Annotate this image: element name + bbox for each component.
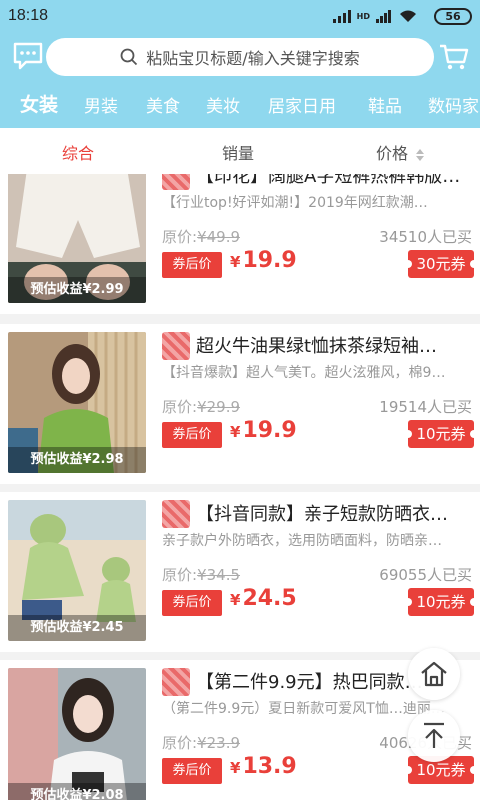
product-title: 超火牛油果绿t恤抹茶绿短袖…	[196, 336, 438, 357]
original-price: 原价:¥34.5	[162, 564, 240, 585]
coupon-tag[interactable]: 10元券	[404, 588, 478, 616]
coupon-price: ¥19.9	[230, 248, 297, 273]
currency-symbol: ¥	[230, 423, 241, 441]
estimated-earnings: 预估收益¥2.45	[8, 615, 146, 641]
back-to-top-button[interactable]	[408, 710, 460, 762]
arrow-up-icon	[424, 722, 444, 748]
tab-beauty[interactable]: 美妆	[206, 92, 240, 117]
original-price-label: 原价:	[162, 228, 198, 246]
tab-home[interactable]: 居家日用	[268, 92, 336, 117]
price-value: 19.9	[242, 418, 297, 443]
product-image[interactable]: 预估收益¥2.08	[8, 668, 146, 800]
product-desc: 【行业top!好评如潮!】2019年网红款潮…	[162, 195, 428, 211]
network-label: HD	[356, 11, 370, 21]
home-icon	[421, 661, 447, 687]
product-photo	[8, 668, 146, 800]
tab-food[interactable]: 美食	[146, 92, 180, 117]
sort-arrows-icon	[416, 148, 425, 161]
coupon-tag[interactable]: 30元券	[404, 250, 478, 278]
sort-price[interactable]: 价格	[376, 140, 425, 164]
product-title: 【印花】阔腿A字短裤热裤韩版…	[196, 174, 461, 187]
coupon-price: ¥24.5	[230, 586, 297, 611]
search-placeholder: 粘贴宝贝标题/输入关键字搜索	[146, 49, 360, 68]
after-coupon-label: 券后价	[162, 422, 222, 448]
category-tabs: 女装 男装 美食 美妆 居家日用 鞋品 数码家	[0, 86, 480, 122]
shop-logo	[162, 174, 190, 190]
message-icon[interactable]	[12, 40, 44, 72]
coupon-price: ¥19.9	[230, 418, 297, 443]
original-price-value: ¥23.9	[197, 734, 241, 752]
search-icon	[120, 48, 138, 66]
original-price-value: ¥34.5	[197, 566, 241, 584]
wifi-icon	[400, 10, 416, 22]
original-price: 原价:¥23.9	[162, 732, 240, 753]
battery-indicator: 56	[434, 8, 472, 25]
sort-comprehensive[interactable]: 综合	[62, 140, 94, 164]
original-price-label: 原价:	[162, 734, 198, 752]
signal-icon-2	[376, 9, 391, 23]
sold-count: 34510人已买	[379, 228, 472, 246]
status-icons: HD	[332, 9, 418, 23]
price-value: 24.5	[242, 586, 297, 611]
original-price-value: ¥29.9	[197, 398, 241, 416]
status-time: 18:18	[8, 7, 49, 24]
shop-logo	[162, 668, 190, 696]
currency-symbol: ¥	[230, 759, 241, 777]
estimated-earnings: 预估收益¥2.08	[8, 783, 146, 800]
estimated-earnings: 预估收益¥2.99	[8, 277, 146, 303]
header-bar: 18:18 HD 56 粘贴宝贝标题/输入关键字搜索 女装 男装 美食 美妆 居…	[0, 0, 480, 128]
original-price: 原价:¥29.9	[162, 396, 240, 417]
currency-symbol: ¥	[230, 253, 241, 271]
tab-shoes[interactable]: 鞋品	[368, 92, 402, 117]
tab-men[interactable]: 男装	[84, 92, 118, 117]
product-image[interactable]: 预估收益¥2.99	[8, 174, 146, 303]
original-price-label: 原价:	[162, 398, 198, 416]
tab-women[interactable]: 女装	[20, 90, 58, 117]
search-input[interactable]: 粘贴宝贝标题/输入关键字搜索	[46, 38, 434, 76]
product-image[interactable]: 预估收益¥2.45	[8, 500, 146, 641]
price-value: 13.9	[242, 754, 297, 779]
shop-logo	[162, 332, 190, 360]
shop-logo	[162, 500, 190, 528]
after-coupon-label: 券后价	[162, 590, 222, 616]
sort-bar: 综合 销量 价格	[0, 128, 480, 174]
currency-symbol: ¥	[230, 591, 241, 609]
sort-sales[interactable]: 销量	[222, 140, 254, 164]
signal-icon	[332, 9, 351, 23]
product-card[interactable]: 预估收益¥2.45 【抖音同款】亲子短款防晒衣… 亲子款户外防晒衣，选用防晒面料…	[0, 492, 480, 652]
original-price-value: ¥49.9	[197, 228, 241, 246]
sold-count: 69055人已买	[379, 566, 472, 584]
product-list: 预估收益¥2.99 【印花】阔腿A字短裤热裤韩版… 【行业top!好评如潮!】2…	[0, 174, 480, 800]
home-button[interactable]	[408, 648, 460, 700]
status-bar: 18:18 HD 56	[0, 0, 480, 32]
tab-digital[interactable]: 数码家	[428, 92, 479, 117]
sort-price-label: 价格	[376, 144, 409, 163]
price-value: 19.9	[242, 248, 297, 273]
coupon-price: ¥13.9	[230, 754, 297, 779]
cart-icon[interactable]	[438, 42, 470, 72]
product-card[interactable]: 预估收益¥2.99 【印花】阔腿A字短裤热裤韩版… 【行业top!好评如潮!】2…	[0, 174, 480, 314]
after-coupon-label: 券后价	[162, 252, 222, 278]
original-price-label: 原价:	[162, 566, 198, 584]
product-desc: 【抖音爆款】超人气美T。超火泫雅风，棉9…	[162, 365, 446, 381]
after-coupon-label: 券后价	[162, 758, 222, 784]
product-desc: 亲子款户外防晒衣，选用防晒面料，防晒亲…	[162, 533, 442, 549]
original-price: 原价:¥49.9	[162, 226, 240, 247]
product-card[interactable]: 预估收益¥2.98 超火牛油果绿t恤抹茶绿短袖… 【抖音爆款】超人气美T。超火泫…	[0, 324, 480, 484]
product-image[interactable]: 预估收益¥2.98	[8, 332, 146, 473]
estimated-earnings: 预估收益¥2.98	[8, 447, 146, 473]
coupon-tag[interactable]: 10元券	[404, 420, 478, 448]
sold-count: 19514人已买	[379, 398, 472, 416]
product-title: 【抖音同款】亲子短款防晒衣…	[196, 504, 448, 525]
